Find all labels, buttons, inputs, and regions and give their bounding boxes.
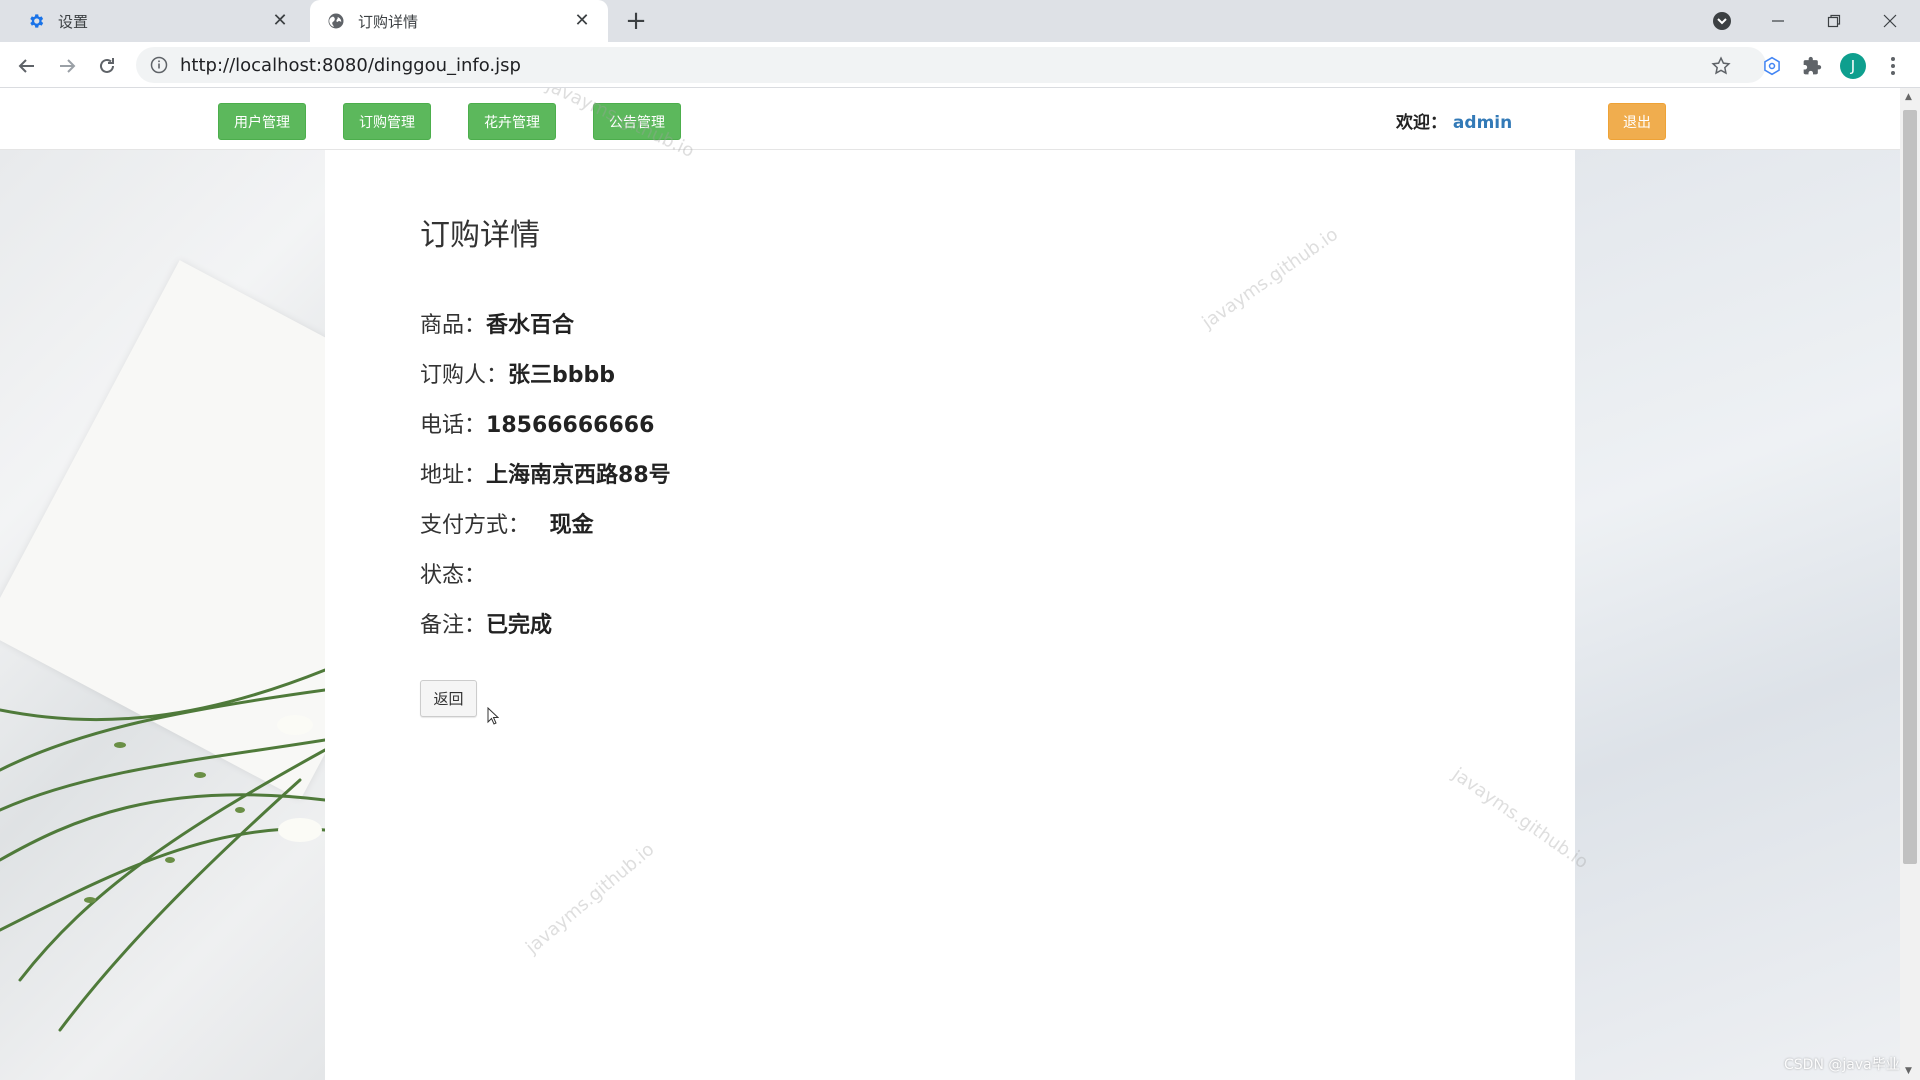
background-left-panel — [0, 150, 498, 1080]
field-label: 备注： — [420, 613, 487, 638]
field-value: 现金 — [542, 513, 594, 538]
field-phone: 电话：18566666666 — [420, 407, 654, 439]
tab-order-detail[interactable]: 订购详情 ✕ — [310, 0, 608, 42]
back-button[interactable]: 返回 — [420, 680, 477, 717]
restore-icon[interactable] — [1814, 6, 1854, 36]
scroll-down-arrow-icon[interactable]: ▼ — [1905, 1066, 1912, 1076]
welcome-text: 欢迎： admin — [1396, 108, 1512, 133]
info-icon[interactable] — [150, 56, 168, 74]
field-value: 上海南京西路88号 — [486, 463, 671, 488]
close-window-icon[interactable] — [1870, 6, 1910, 36]
close-icon[interactable]: ✕ — [270, 11, 290, 31]
top-navigation: 用户管理 订购管理 花卉管理 公告管理 欢迎： admin 退出 — [0, 88, 1900, 150]
field-label: 商品： — [420, 313, 487, 338]
page-scrollbar[interactable]: ▲ ▼ — [1900, 88, 1920, 1080]
nav-order-management-button[interactable]: 订购管理 — [343, 103, 431, 140]
address-bar[interactable]: http://localhost:8080/dinggou_info.jsp — [136, 47, 1766, 83]
field-value: 已完成 — [486, 613, 553, 638]
tab-title: 设置 — [58, 12, 89, 31]
tab-title: 订购详情 — [358, 12, 419, 31]
extension-hexagon-icon[interactable] — [1757, 51, 1787, 81]
field-payment-method: 支付方式： 现金 — [420, 507, 594, 539]
field-address: 地址：上海南京西路88号 — [420, 457, 671, 489]
avatar: J — [1840, 53, 1866, 79]
gear-icon — [26, 11, 46, 31]
field-orderer: 订购人：张三bbbb — [420, 357, 615, 389]
new-tab-button[interactable]: + — [622, 8, 650, 36]
field-status: 状态： — [420, 557, 486, 589]
welcome-label: 欢迎： — [1396, 113, 1447, 133]
credit-watermark: CSDN @java毕业 — [1784, 1057, 1900, 1073]
page-title: 订购详情 — [420, 218, 540, 253]
field-label: 电话： — [420, 413, 487, 438]
field-value: 18566666666 — [486, 413, 655, 438]
browser-toolbar: http://localhost:8080/dinggou_info.jsp J — [0, 42, 1920, 88]
scroll-thumb[interactable] — [1903, 110, 1917, 864]
back-arrow-icon[interactable] — [12, 51, 42, 81]
field-label: 支付方式： — [420, 513, 531, 538]
globe-icon — [326, 11, 346, 31]
profile-avatar[interactable]: J — [1838, 51, 1868, 81]
bookmark-star-icon[interactable] — [1706, 51, 1736, 81]
page-viewport: 用户管理 订购管理 花卉管理 公告管理 欢迎： admin 退出 订购详情 商品… — [0, 88, 1900, 1080]
field-product: 商品：香水百合 — [420, 307, 574, 339]
field-value: 张三bbbb — [508, 363, 616, 388]
scroll-up-arrow-icon[interactable]: ▲ — [1905, 92, 1912, 102]
minimize-icon[interactable] — [1758, 6, 1798, 36]
tab-search-icon[interactable] — [1702, 6, 1742, 36]
main-content: 订购详情 商品：香水百合 订购人：张三bbbb 电话：18566666666 地… — [325, 150, 1575, 1080]
field-label: 订购人： — [420, 363, 509, 388]
close-icon[interactable]: ✕ — [572, 11, 592, 31]
field-label: 地址： — [420, 463, 487, 488]
menu-dots-icon[interactable] — [1878, 51, 1908, 81]
mouse-cursor-icon — [487, 707, 499, 725]
nav-user-management-button[interactable]: 用户管理 — [218, 103, 306, 140]
nav-notice-management-button[interactable]: 公告管理 — [593, 103, 681, 140]
nav-flower-management-button[interactable]: 花卉管理 — [468, 103, 556, 140]
flower-stems-image — [0, 668, 325, 1032]
field-label: 状态： — [420, 563, 487, 588]
background-right-panel — [1575, 150, 1900, 1080]
url-text: http://localhost:8080/dinggou_info.jsp — [180, 54, 521, 76]
username: admin — [1452, 113, 1513, 133]
forward-arrow-icon[interactable] — [52, 51, 82, 81]
field-value: 香水百合 — [486, 313, 575, 338]
tab-settings[interactable]: 设置 ✕ — [10, 0, 306, 42]
extensions-puzzle-icon[interactable] — [1797, 51, 1827, 81]
field-remark: 备注：已完成 — [420, 607, 552, 639]
browser-tab-bar: 设置 ✕ 订购详情 ✕ + — [0, 0, 1920, 42]
logout-button[interactable]: 退出 — [1608, 103, 1666, 140]
reload-icon[interactable] — [92, 51, 122, 81]
